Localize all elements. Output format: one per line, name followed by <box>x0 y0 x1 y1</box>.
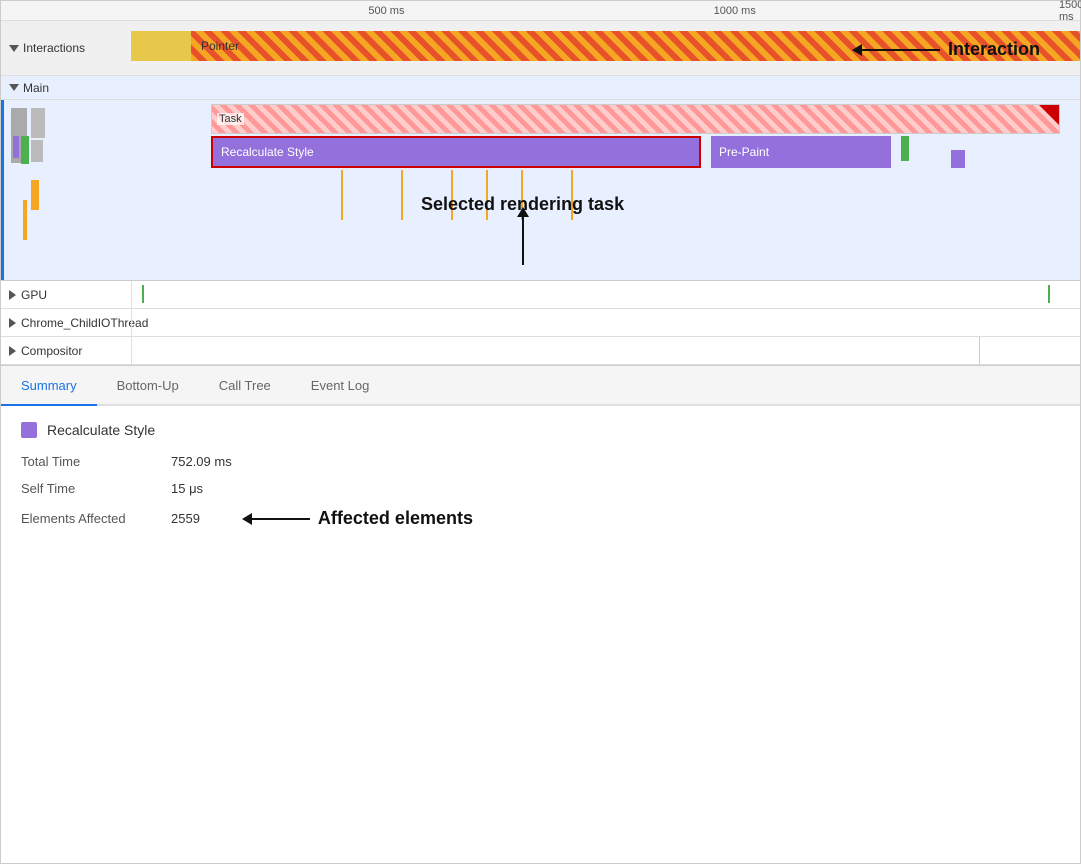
compositor-label: Compositor <box>1 344 131 358</box>
orange-line-1 <box>341 170 343 220</box>
orange-line-2 <box>401 170 403 220</box>
interactions-expand-icon[interactable] <box>9 45 19 52</box>
gray-block-3 <box>31 140 43 162</box>
chrome-child-row: Chrome_ChildIOThread <box>1 309 1080 337</box>
chrome-child-label: Chrome_ChildIOThread <box>1 316 131 330</box>
compositor-track <box>131 337 1080 364</box>
main-section: Main Task <box>1 76 1080 281</box>
gpu-track <box>131 281 1080 308</box>
rendering-arrow-up <box>522 215 524 265</box>
compositor-expand-icon[interactable] <box>9 346 16 356</box>
recalculate-style-bar[interactable]: Recalculate Style <box>211 136 701 168</box>
interaction-annotation-text: Interaction <box>948 39 1040 60</box>
affected-annotation-text: Affected elements <box>318 508 473 529</box>
tick-1000: 1000 ms <box>714 5 756 17</box>
orange-small-left-2 <box>23 200 27 240</box>
pointer-label: Pointer <box>201 39 239 53</box>
prepaint-label: Pre-Paint <box>719 145 769 159</box>
purple-small-left <box>13 136 19 158</box>
compositor-divider <box>979 337 980 364</box>
self-time-row: Self Time 15 μs <box>21 481 1060 496</box>
recalculate-label: Recalculate Style <box>221 145 314 159</box>
main-label: Main <box>1 81 131 95</box>
tab-call-tree[interactable]: Call Tree <box>199 366 291 406</box>
timeline-container: 500 ms 1000 ms 1500 ms Interactions Poin… <box>1 1 1080 366</box>
main-expand-icon[interactable] <box>9 84 19 91</box>
gpu-row: GPU <box>1 281 1080 309</box>
prepaint-bar: Pre-Paint <box>711 136 891 168</box>
tab-event-log[interactable]: Event Log <box>291 366 390 406</box>
interaction-arrow-icon <box>860 49 940 51</box>
elements-affected-row: Elements Affected 2559 Affected elements <box>21 508 1060 529</box>
gpu-expand-icon[interactable] <box>9 290 16 300</box>
gpu-green-tick-2 <box>1048 285 1050 303</box>
task-label: Task <box>217 113 244 125</box>
summary-title: Recalculate Style <box>47 422 155 438</box>
main-track-content: Task Recalculate Style Pre-Paint <box>131 100 1080 280</box>
affected-arrow-icon <box>250 518 310 520</box>
interactions-label: Interactions <box>1 41 131 55</box>
tick-1500: 1500 ms <box>1059 0 1081 23</box>
selected-rendering-annotation: Selected rendering task <box>421 194 624 265</box>
blue-border <box>1 100 4 280</box>
task-bar: Task <box>211 104 1060 134</box>
recalculate-icon <box>21 422 37 438</box>
green-small-left <box>21 136 29 164</box>
total-time-key: Total Time <box>21 454 161 469</box>
elements-key: Elements Affected <box>21 511 161 526</box>
tabs-container: Summary Bottom-Up Call Tree Event Log <box>1 366 1080 406</box>
green-small-right <box>901 136 909 161</box>
compositor-row: Compositor <box>1 337 1080 365</box>
affected-annotation: Affected elements <box>250 508 473 529</box>
pointer-yellow-block <box>131 31 191 61</box>
orange-small-left <box>31 180 39 210</box>
chrome-expand-icon[interactable] <box>9 318 16 328</box>
tab-summary[interactable]: Summary <box>1 366 97 406</box>
chrome-child-track <box>131 309 1080 336</box>
total-time-row: Total Time 752.09 ms <box>21 454 1060 469</box>
time-ruler: 500 ms 1000 ms 1500 ms <box>1 1 1080 21</box>
gray-block-2 <box>31 108 45 138</box>
purple-small-right <box>951 150 965 168</box>
tick-500: 500 ms <box>368 5 404 17</box>
main-tracks: Task Recalculate Style Pre-Paint <box>1 100 1080 280</box>
gpu-label: GPU <box>1 288 131 302</box>
total-time-value: 752.09 ms <box>171 454 232 469</box>
elements-value: 2559 <box>171 511 200 526</box>
gpu-green-tick-1 <box>142 285 144 303</box>
interactions-row: Interactions Pointer Interaction <box>1 21 1080 76</box>
self-time-key: Self Time <box>21 481 161 496</box>
summary-panel: Recalculate Style Total Time 752.09 ms S… <box>1 406 1080 557</box>
summary-title-row: Recalculate Style <box>21 422 1060 438</box>
tab-bottom-up[interactable]: Bottom-Up <box>97 366 199 406</box>
task-corner-red <box>1039 105 1059 125</box>
self-time-value: 15 μs <box>171 481 203 496</box>
main-header-row: Main <box>1 76 1080 100</box>
interaction-annotation: Interaction <box>860 39 1040 60</box>
